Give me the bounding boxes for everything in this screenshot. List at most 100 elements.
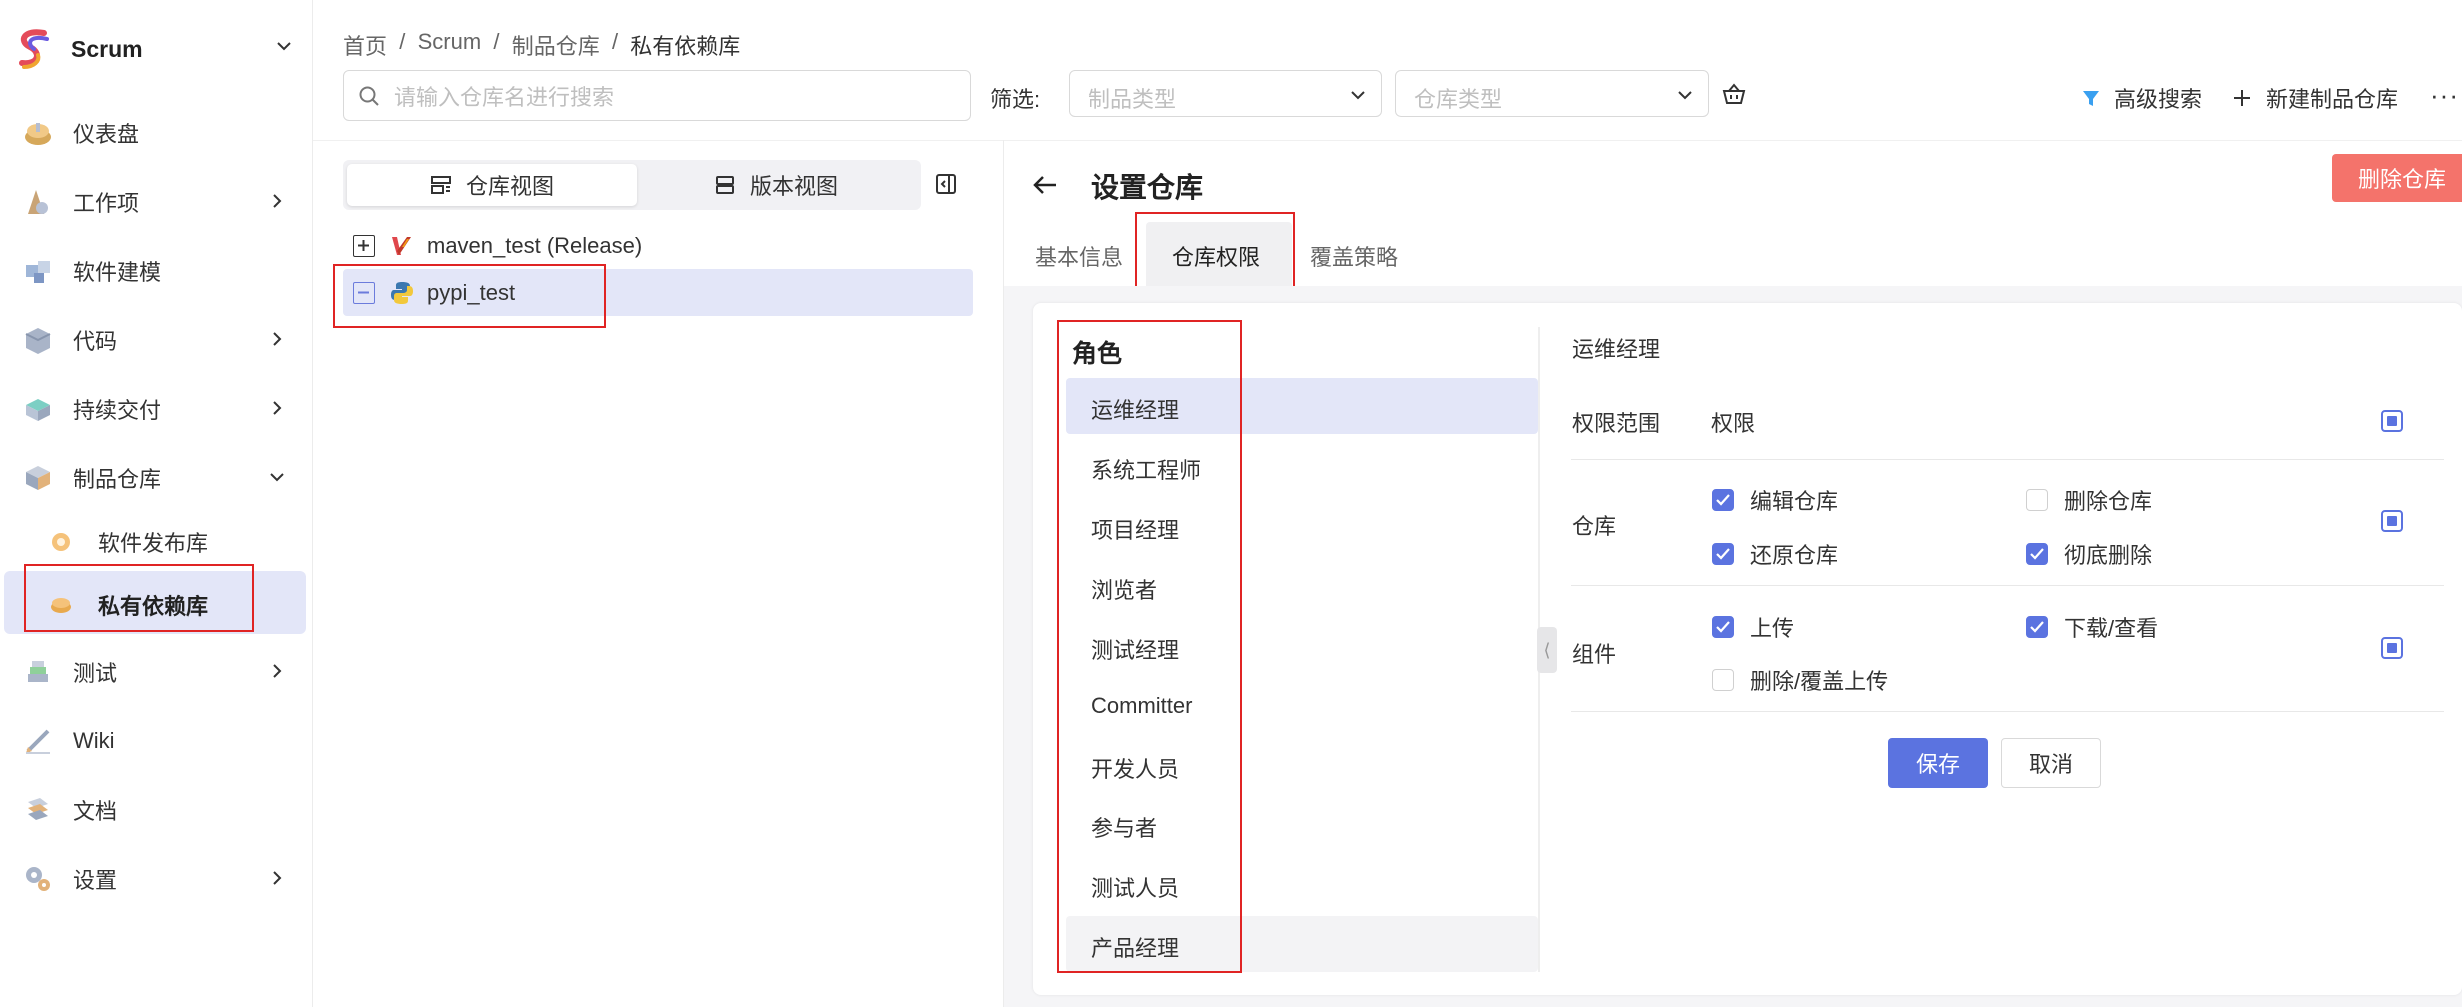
role-item[interactable]: 系统工程师	[1066, 438, 1538, 494]
breadcrumb-current: 私有依赖库	[630, 34, 741, 59]
row-divider	[1571, 711, 2444, 712]
scrum-logo-icon	[19, 29, 49, 69]
sidebar-item-label: 持续交付	[73, 397, 162, 423]
tab-override-policy[interactable]: 覆盖策略	[1310, 240, 1398, 272]
chevron-down-icon	[270, 473, 284, 482]
sidebar-item-wiki[interactable]: Wiki	[4, 709, 306, 772]
collapse-icon[interactable]	[353, 281, 375, 304]
sidebar-subitem-private-deps[interactable]: 私有依赖库	[4, 571, 306, 634]
sidebar-item-artifact-repo[interactable]: 制品仓库	[4, 446, 306, 509]
row-divider	[1571, 585, 2444, 586]
back-arrow-icon[interactable]	[1030, 170, 1060, 200]
sidebar-item-label: 软件建模	[73, 259, 162, 285]
resize-handle-icon[interactable]: ⟨	[1537, 627, 1557, 673]
sidebar-item-delivery[interactable]: 持续交付	[4, 377, 306, 440]
private-repo-icon	[51, 598, 71, 613]
delete-repo-button[interactable]: 删除仓库	[2332, 154, 2462, 202]
clear-filter-icon[interactable]	[1721, 82, 1747, 106]
checkbox-label: 编辑仓库	[1750, 489, 1839, 514]
python-icon	[391, 281, 413, 304]
sidebar-subitem-software-release[interactable]: 软件发布库	[4, 508, 306, 571]
sidebar-item-workitem[interactable]: 工作项	[4, 170, 306, 233]
save-button[interactable]: 保存	[1888, 738, 1988, 788]
role-item[interactable]: Committer	[1066, 678, 1538, 734]
checkbox-unchecked-icon	[1712, 669, 1734, 691]
permission-header: 权限	[1711, 411, 1756, 436]
role-item[interactable]: 测试人员	[1066, 856, 1538, 912]
checkbox-download-view[interactable]: 下载/查看	[2026, 611, 2158, 643]
checkbox-upload[interactable]: 上传	[1712, 611, 1794, 643]
repo-view-tab[interactable]: 仓库视图	[347, 164, 637, 206]
role-item[interactable]: 参与者	[1066, 796, 1538, 852]
role-item[interactable]: 测试经理	[1066, 618, 1538, 674]
breadcrumb-artifact-repo[interactable]: 制品仓库	[512, 29, 600, 61]
sidebar-item-settings[interactable]: 设置	[4, 847, 306, 910]
sidebar-item-code[interactable]: 代码	[4, 308, 306, 371]
tree-row-selected[interactable]: pypi_test	[343, 269, 973, 316]
sidebar-subitem-label: 软件发布库	[98, 531, 209, 556]
repo-type-select[interactable]: 仓库类型	[1395, 70, 1709, 117]
more-menu-button[interactable]: ···	[2430, 80, 2459, 111]
role-item-selected[interactable]: 运维经理	[1066, 378, 1538, 434]
breadcrumb: 首页 / Scrum / 制品仓库 / 私有依赖库	[343, 29, 740, 61]
group-label-component: 组件	[1572, 642, 1617, 667]
plus-icon	[2234, 90, 2250, 106]
view-switch: 仓库视图 版本视图	[343, 160, 921, 210]
role-label: 项目经理	[1091, 518, 1180, 543]
checkbox-label: 还原仓库	[1750, 543, 1839, 568]
sidebar-item-docs[interactable]: 文档	[4, 778, 306, 841]
sidebar-item-test[interactable]: 测试	[4, 640, 306, 703]
scope-header: 权限范围	[1572, 411, 1661, 436]
role-item[interactable]: 浏览者	[1066, 558, 1538, 614]
sidebar-item-label: 文档	[73, 798, 118, 824]
sidebar-item-label: 工作项	[73, 190, 140, 216]
expand-icon[interactable]	[353, 234, 375, 257]
chevron-down-icon	[1351, 91, 1365, 100]
tab-basic-info[interactable]: 基本信息	[1035, 240, 1123, 272]
tab-repo-permissions[interactable]: 仓库权限	[1172, 240, 1260, 272]
select-all-checkbox[interactable]	[2381, 410, 2403, 432]
settings-icon	[26, 867, 50, 891]
version-view-tab[interactable]: 版本视图	[631, 164, 921, 206]
sidebar-item-dashboard[interactable]: 仪表盘	[4, 101, 306, 164]
advanced-search-button[interactable]: 高级搜索	[2080, 82, 2202, 114]
chevron-right-icon	[273, 332, 282, 346]
role-item[interactable]: 项目经理	[1066, 498, 1538, 554]
checkbox-checked-icon	[1712, 489, 1734, 511]
checkbox-checked-icon	[1712, 543, 1734, 565]
code-icon	[25, 328, 51, 354]
search-input[interactable]: 请输入仓库名进行搜索	[343, 70, 971, 121]
group-repo-select-all[interactable]	[2381, 510, 2403, 532]
checkbox-label: 上传	[1750, 616, 1795, 641]
test-icon	[28, 661, 48, 682]
project-name: Scrum	[71, 35, 143, 62]
chevron-right-icon	[273, 194, 282, 208]
checkbox-restore-repo[interactable]: 还原仓库	[1712, 538, 1838, 570]
role-label: 运维经理	[1091, 398, 1180, 423]
filter-label: 筛选:	[990, 87, 1041, 112]
checkbox-purge-delete[interactable]: 彻底删除	[2026, 538, 2152, 570]
breadcrumb-project[interactable]: Scrum	[418, 29, 482, 61]
role-item[interactable]: 开发人员	[1066, 737, 1538, 793]
maven-icon	[392, 236, 411, 255]
new-repo-button[interactable]: 新建制品仓库	[2232, 82, 2398, 114]
project-switcher[interactable]: Scrum	[14, 24, 304, 74]
sidebar-item-modeling[interactable]: 软件建模	[4, 239, 306, 302]
cancel-button[interactable]: 取消	[2001, 738, 2101, 788]
group-component-select-all[interactable]	[2381, 637, 2403, 659]
advanced-search-label: 高级搜索	[2114, 87, 2203, 112]
chevron-down-icon	[1678, 91, 1692, 100]
new-repo-label: 新建制品仓库	[2266, 87, 2399, 112]
breadcrumb-home[interactable]: 首页	[343, 29, 387, 61]
checkbox-delete-overwrite-upload[interactable]: 删除/覆盖上传	[1712, 664, 1888, 696]
checkbox-delete-repo[interactable]: 删除仓库	[2026, 484, 2152, 516]
selected-role-title: 运维经理	[1572, 337, 1661, 362]
artifact-type-select[interactable]: 制品类型	[1069, 70, 1382, 117]
checkbox-edit-repo[interactable]: 编辑仓库	[1712, 484, 1838, 516]
collapse-panel-icon[interactable]	[935, 173, 957, 195]
role-item[interactable]: 产品经理	[1066, 916, 1538, 972]
tree-row[interactable]: maven_test (Release)	[343, 222, 973, 269]
search-placeholder: 请输入仓库名进行搜索	[394, 84, 615, 110]
wiki-icon	[26, 729, 50, 754]
artifact-repo-icon	[26, 466, 50, 490]
